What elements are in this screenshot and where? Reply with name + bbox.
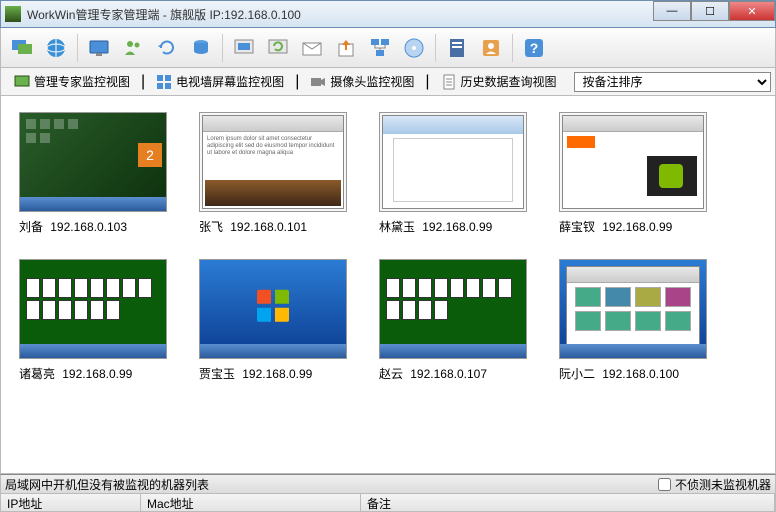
toolbar-network-icon[interactable]: [365, 33, 395, 63]
screenshot-preview: 2: [19, 112, 167, 212]
client-caption: 林黛玉 192.168.0.99: [379, 218, 527, 235]
toolbar-users-icon[interactable]: [118, 33, 148, 63]
toolbar-help-icon[interactable]: ?: [519, 33, 549, 63]
tab-tvwall-monitor[interactable]: 电视墙屏幕监控视图: [147, 70, 293, 93]
screenshot-preview: [559, 112, 707, 212]
screenshot-preview: Lorem ipsum dolor sit amet consectetur a…: [199, 112, 347, 212]
tab-label: 历史数据查询视图: [461, 73, 557, 90]
client-thumbnail[interactable]: 阮小二 192.168.0.100: [559, 259, 707, 382]
tab-expert-monitor[interactable]: 管理专家监控视图: [5, 70, 139, 93]
tvwall-icon: [156, 74, 172, 90]
column-ip[interactable]: IP地址: [1, 494, 141, 511]
toolbar-contact-icon[interactable]: [476, 33, 506, 63]
client-thumbnail[interactable]: 薛宝钗 192.168.0.99: [559, 112, 707, 235]
column-remark[interactable]: 备注: [361, 494, 775, 511]
screenshot-preview: [559, 259, 707, 359]
monitor-icon: [14, 74, 30, 90]
client-caption: 赵云 192.168.0.107: [379, 365, 527, 382]
thumbnail-grid-panel: 2 刘备 192.168.0.103 Lorem ipsum dolor sit…: [0, 96, 776, 474]
client-thumbnail[interactable]: 诸葛亮 192.168.0.99: [19, 259, 167, 382]
maximize-button[interactable]: ☐: [691, 1, 729, 21]
toolbar-sync-icon[interactable]: [263, 33, 293, 63]
toolbar-book-icon[interactable]: [442, 33, 472, 63]
unmonitored-panel: 局域网中开机但没有被监视的机器列表 不侦测未监视机器 IP地址 Mac地址 备注: [0, 474, 776, 512]
client-caption: 阮小二 192.168.0.100: [559, 365, 707, 382]
toolbar-button-1[interactable]: [7, 33, 37, 63]
sort-dropdown[interactable]: 按备注排序: [574, 72, 771, 92]
svg-text:?: ?: [530, 40, 539, 56]
toolbar-db-icon[interactable]: [186, 33, 216, 63]
toolbar-refresh-icon[interactable]: [152, 33, 182, 63]
client-caption: 贾宝玉 192.168.0.99: [199, 365, 347, 382]
thumbnail-grid: 2 刘备 192.168.0.103 Lorem ipsum dolor sit…: [19, 112, 757, 382]
toolbar-separator: [77, 34, 78, 62]
close-button[interactable]: ✕: [729, 1, 775, 21]
unmonitored-title: 局域网中开机但没有被监视的机器列表: [5, 476, 658, 493]
client-caption: 刘备 192.168.0.103: [19, 218, 167, 235]
client-thumbnail[interactable]: 2 刘备 192.168.0.103: [19, 112, 167, 235]
screenshot-preview: [379, 259, 527, 359]
view-tabbar: 管理专家监控视图 | 电视墙屏幕监控视图 | 摄像头监控视图 | 历史数据查询视…: [0, 68, 776, 96]
client-thumbnail[interactable]: 林黛玉 192.168.0.99: [379, 112, 527, 235]
tab-separator: |: [141, 73, 145, 91]
client-caption: 诸葛亮 192.168.0.99: [19, 365, 167, 382]
client-thumbnail[interactable]: 赵云 192.168.0.107: [379, 259, 527, 382]
toolbar-disc-icon[interactable]: [399, 33, 429, 63]
tab-label: 电视墙屏幕监控视图: [176, 73, 284, 90]
no-detect-checkbox[interactable]: 不侦测未监视机器: [658, 476, 771, 493]
unmonitored-header: 局域网中开机但没有被监视的机器列表 不侦测未监视机器: [1, 475, 775, 493]
toolbar-globe-icon[interactable]: [41, 33, 71, 63]
screenshot-preview: [19, 259, 167, 359]
window-controls: — ☐ ✕: [653, 1, 775, 21]
minimize-button[interactable]: —: [653, 1, 691, 21]
no-detect-input[interactable]: [658, 478, 671, 491]
screenshot-preview: [379, 112, 527, 212]
unmonitored-columns: IP地址 Mac地址 备注: [1, 493, 775, 511]
toolbar-separator: [435, 34, 436, 62]
app-icon: [5, 6, 21, 22]
tab-separator: |: [295, 73, 299, 91]
tab-label: 管理专家监控视图: [34, 73, 130, 90]
toolbar-export-icon[interactable]: [331, 33, 361, 63]
column-mac[interactable]: Mac地址: [141, 494, 361, 511]
toolbar-monitor-icon[interactable]: [84, 33, 114, 63]
toolbar-mail-icon[interactable]: [297, 33, 327, 63]
tab-history-query[interactable]: 历史数据查询视图: [432, 70, 566, 93]
client-thumbnail[interactable]: Lorem ipsum dolor sit amet consectetur a…: [199, 112, 347, 235]
toolbar-display-icon[interactable]: [229, 33, 259, 63]
camera-icon: [310, 74, 326, 90]
tab-separator: |: [425, 73, 429, 91]
screenshot-preview: [199, 259, 347, 359]
client-thumbnail[interactable]: 贾宝玉 192.168.0.99: [199, 259, 347, 382]
main-toolbar: ?: [0, 28, 776, 68]
toolbar-separator: [222, 34, 223, 62]
toolbar-separator: [512, 34, 513, 62]
window-titlebar: WorkWin管理专家管理端 - 旗舰版 IP:192.168.0.100 — …: [0, 0, 776, 28]
tab-camera-monitor[interactable]: 摄像头监控视图: [301, 70, 423, 93]
client-caption: 薛宝钗 192.168.0.99: [559, 218, 707, 235]
document-icon: [441, 74, 457, 90]
client-caption: 张飞 192.168.0.101: [199, 218, 347, 235]
tab-label: 摄像头监控视图: [330, 73, 414, 90]
